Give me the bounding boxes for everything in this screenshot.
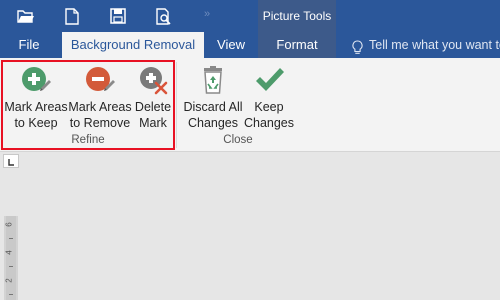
- ruler-tick: [9, 238, 13, 239]
- tab-stop-selector[interactable]: [3, 154, 19, 168]
- ruler-strip: [6, 216, 16, 300]
- tab-view[interactable]: View: [205, 32, 257, 58]
- save-icon[interactable]: [107, 5, 129, 27]
- ruler-tick: [9, 266, 13, 267]
- tell-me-placeholder: Tell me what you want to: [369, 38, 500, 52]
- ruler-tick: [9, 294, 13, 295]
- tab-file[interactable]: File: [0, 32, 58, 58]
- discard-all-changes-button[interactable]: Discard All Changes: [181, 61, 245, 131]
- ruler-number: 4: [4, 250, 14, 255]
- tab-background-removal[interactable]: Background Removal: [62, 32, 204, 58]
- discard-label: Discard All Changes: [183, 100, 243, 130]
- group-divider: [176, 62, 177, 148]
- vertical-ruler: 6 4 2: [4, 216, 18, 300]
- keep-changes-label: Keep Changes: [243, 100, 295, 130]
- ribbon-tabs: File Background Removal View Format Tell…: [0, 32, 500, 58]
- checkmark-icon: [253, 64, 285, 96]
- keep-changes-button[interactable]: Keep Changes: [243, 61, 295, 131]
- open-icon[interactable]: [15, 5, 37, 27]
- close-group-label: Close: [223, 134, 253, 146]
- picture-tools-group: Picture Tools: [258, 0, 336, 32]
- ruler-number: 6: [4, 222, 14, 227]
- print-preview-icon[interactable]: [153, 5, 175, 27]
- refine-highlight-box: [1, 60, 175, 150]
- ruler-number: 2: [4, 278, 14, 283]
- recycle-bin-icon: [197, 64, 229, 96]
- picture-tools-label: Picture Tools: [262, 9, 332, 23]
- tab-format[interactable]: Format: [258, 32, 336, 58]
- new-document-icon[interactable]: [61, 5, 83, 27]
- document-area: 6 4 2: [0, 152, 500, 300]
- customize-toolbar-button[interactable]: »: [204, 8, 210, 20]
- quick-access-toolbar: » Picture Tools: [0, 0, 500, 32]
